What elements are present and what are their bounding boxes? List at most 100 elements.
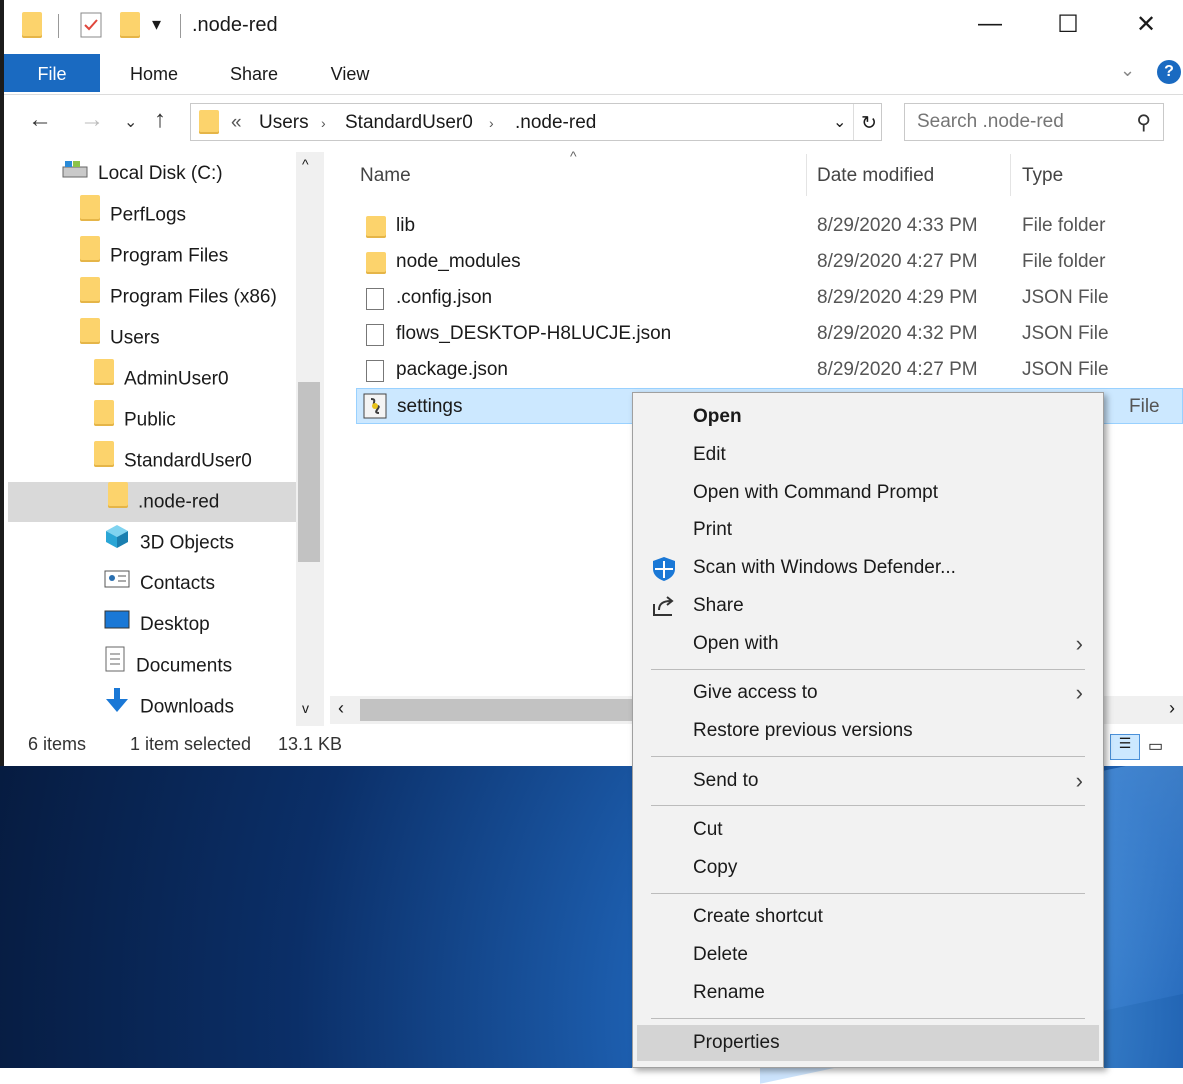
properties-quick-access-icon[interactable] xyxy=(80,12,102,43)
navigation-pane: Local Disk (C:) PerfLogs Program Files P… xyxy=(4,152,296,724)
column-header-name[interactable]: Name xyxy=(360,152,411,200)
chevron-right-icon: › xyxy=(1075,768,1083,793)
nav-item-local-disk[interactable]: Local Disk (C:) xyxy=(62,154,223,194)
menu-item-send-to[interactable]: Send to › xyxy=(637,763,1099,799)
minimize-button[interactable]: — xyxy=(970,10,1010,38)
file-type: JSON File xyxy=(1022,323,1109,344)
recent-locations-icon[interactable]: ⌄ xyxy=(124,112,137,132)
file-row[interactable]: package.json 8/29/2020 4:27 PM JSON File xyxy=(356,352,1183,388)
documents-icon xyxy=(104,646,126,687)
chevron-right-icon[interactable]: › xyxy=(489,115,494,131)
menu-item-open-with[interactable]: Open with › xyxy=(637,626,1099,662)
nav-item-label: StandardUser0 xyxy=(124,450,252,472)
details-view-icon[interactable]: ☰ xyxy=(1110,734,1140,760)
nav-item-program-files[interactable]: Program Files xyxy=(80,236,228,276)
nav-item-contacts[interactable]: Contacts xyxy=(104,564,215,604)
menu-item-delete[interactable]: Delete xyxy=(637,937,1099,973)
menu-item-print[interactable]: Print xyxy=(637,512,1099,548)
nav-item-standarduser0[interactable]: StandardUser0 xyxy=(94,441,252,481)
folder-icon xyxy=(94,400,114,441)
breadcrumb-node-red[interactable]: .node-red xyxy=(515,112,596,134)
menu-item-scan-defender[interactable]: Scan with Windows Defender... xyxy=(637,550,1099,586)
file-row[interactable]: .config.json 8/29/2020 4:29 PM JSON File xyxy=(356,280,1183,316)
menu-item-label: Properties xyxy=(693,1032,780,1053)
nav-item-label: Program Files (x86) xyxy=(110,286,277,308)
menu-item-open-command-prompt[interactable]: Open with Command Prompt xyxy=(637,475,1099,511)
column-divider[interactable] xyxy=(806,154,807,196)
forward-arrow-icon[interactable]: → xyxy=(80,106,104,134)
breadcrumb-users[interactable]: Users xyxy=(259,112,309,134)
nav-item-node-red[interactable]: .node-red xyxy=(108,482,219,522)
breadcrumb-standarduser0[interactable]: StandardUser0 xyxy=(345,112,473,134)
scroll-right-icon[interactable]: › xyxy=(1169,698,1175,719)
tab-share[interactable]: Share xyxy=(212,54,296,92)
nav-item-downloads[interactable]: Downloads xyxy=(104,687,234,724)
file-type: JSON File xyxy=(1022,359,1109,380)
nav-item-perflogs[interactable]: PerfLogs xyxy=(80,195,186,235)
nav-item-public[interactable]: Public xyxy=(94,400,176,440)
customize-quick-access-icon[interactable]: ▾ xyxy=(152,14,161,35)
nav-item-desktop[interactable]: Desktop xyxy=(104,605,210,645)
sort-ascending-icon: ^ xyxy=(570,148,577,164)
menu-item-cut[interactable]: Cut xyxy=(637,812,1099,848)
expand-ribbon-icon[interactable]: ⌄ xyxy=(1120,60,1135,81)
nav-item-label: Contacts xyxy=(140,573,215,595)
folder-icon xyxy=(94,441,114,482)
file-row[interactable]: lib 8/29/2020 4:33 PM File folder xyxy=(356,208,1183,244)
folder-icon xyxy=(80,277,100,318)
scrollbar-thumb[interactable] xyxy=(298,382,320,562)
menu-item-create-shortcut[interactable]: Create shortcut xyxy=(637,899,1099,935)
menu-item-give-access[interactable]: Give access to › xyxy=(637,675,1099,711)
nav-item-users[interactable]: Users xyxy=(80,318,160,358)
nav-item-program-files-x86[interactable]: Program Files (x86) xyxy=(80,277,277,317)
column-header-date[interactable]: Date modified xyxy=(817,152,934,200)
refresh-icon[interactable]: ↻ xyxy=(861,112,877,135)
back-arrow-icon[interactable]: ← xyxy=(28,106,52,134)
nav-item-adminuser0[interactable]: AdminUser0 xyxy=(94,359,229,399)
scroll-left-icon[interactable]: ‹ xyxy=(338,698,344,719)
new-folder-quick-access-icon[interactable] xyxy=(120,12,140,43)
menu-item-label: Copy xyxy=(693,857,738,878)
up-arrow-icon[interactable]: ↑ xyxy=(154,106,166,134)
search-input[interactable] xyxy=(915,110,1119,134)
scroll-down-icon[interactable]: v xyxy=(302,700,309,716)
address-bar[interactable]: « Users › StandardUser0 › .node-red ⌄ ↻ xyxy=(190,103,882,141)
nav-item-documents[interactable]: Documents xyxy=(104,646,232,686)
tab-view[interactable]: View xyxy=(310,54,390,92)
chevron-right-icon[interactable]: › xyxy=(321,115,326,131)
nav-item-label: 3D Objects xyxy=(140,532,234,554)
menu-item-label: Share xyxy=(693,595,744,616)
search-icon[interactable]: ⚲ xyxy=(1136,110,1151,135)
menu-item-open[interactable]: Open xyxy=(637,399,1099,435)
folder-icon xyxy=(80,236,100,277)
menu-item-label: Create shortcut xyxy=(693,906,823,927)
menu-item-rename[interactable]: Rename xyxy=(637,975,1099,1011)
breadcrumb-overflow[interactable]: « xyxy=(231,112,242,134)
menu-item-label: Rename xyxy=(693,982,765,1003)
scrollbar-thumb[interactable] xyxy=(360,699,640,721)
file-row[interactable]: flows_DESKTOP-H8LUCJE.json 8/29/2020 4:3… xyxy=(356,316,1183,352)
file-row[interactable]: node_modules 8/29/2020 4:27 PM File fold… xyxy=(356,244,1183,280)
menu-item-edit[interactable]: Edit xyxy=(637,437,1099,473)
tab-home[interactable]: Home xyxy=(110,54,198,92)
maximize-button[interactable]: ☐ xyxy=(1048,10,1088,39)
chevron-down-icon[interactable]: ⌄ xyxy=(833,112,846,132)
download-icon xyxy=(104,687,130,724)
window-title: .node-red xyxy=(192,14,278,36)
nav-scrollbar[interactable]: ^ v xyxy=(296,152,324,726)
help-icon[interactable]: ? xyxy=(1157,60,1181,84)
search-box[interactable]: ⚲ xyxy=(904,103,1164,141)
scroll-up-icon[interactable]: ^ xyxy=(302,156,309,172)
large-icons-view-icon[interactable]: ▭ xyxy=(1148,736,1163,756)
close-button[interactable]: ✕ xyxy=(1126,10,1166,39)
column-divider[interactable] xyxy=(1010,154,1011,196)
menu-item-properties[interactable]: Properties xyxy=(637,1025,1099,1061)
menu-item-restore-versions[interactable]: Restore previous versions xyxy=(637,713,1099,749)
nav-item-3d-objects[interactable]: 3D Objects xyxy=(104,523,234,563)
column-header-type[interactable]: Type xyxy=(1022,152,1063,200)
tab-file[interactable]: File xyxy=(4,54,100,92)
menu-item-share[interactable]: Share xyxy=(637,588,1099,624)
menu-item-copy[interactable]: Copy xyxy=(637,850,1099,886)
script-icon xyxy=(363,393,387,432)
menu-item-label: Open with Command Prompt xyxy=(693,482,938,503)
